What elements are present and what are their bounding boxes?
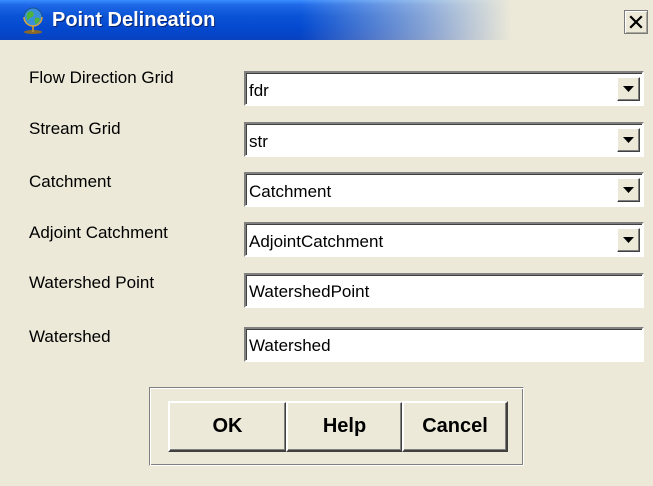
title-bar-fade xyxy=(300,0,653,40)
watershed-point-input[interactable]: WatershedPoint xyxy=(244,273,644,308)
watershed-label: Watershed xyxy=(29,327,111,346)
adjoint-catchment-label: Adjoint Catchment xyxy=(29,223,168,242)
window-title: Point Delineation xyxy=(52,9,216,31)
ok-button[interactable]: OK xyxy=(168,401,287,452)
title-bar[interactable]: Point Delineation xyxy=(0,0,653,40)
globe-icon xyxy=(23,7,43,34)
chevron-down-icon xyxy=(623,186,634,193)
stream-grid-select[interactable]: str xyxy=(244,122,644,157)
stream-grid-value: str xyxy=(249,132,268,151)
stream-grid-label: Stream Grid xyxy=(29,119,121,138)
flow-direction-grid-label: Flow Direction Grid xyxy=(29,68,174,87)
watershed-value: Watershed xyxy=(249,336,331,355)
flow-direction-grid-dropdown-button[interactable] xyxy=(617,77,640,101)
close-button[interactable] xyxy=(624,10,648,34)
flow-direction-grid-select[interactable]: fdr xyxy=(244,71,644,106)
chevron-down-icon xyxy=(623,136,634,143)
catchment-value: Catchment xyxy=(249,182,332,201)
catchment-select[interactable]: Catchment xyxy=(244,172,644,207)
flow-direction-grid-value: fdr xyxy=(249,81,269,100)
watershed-input[interactable]: Watershed xyxy=(244,327,644,362)
stream-grid-dropdown-button[interactable] xyxy=(617,128,640,152)
catchment-label: Catchment xyxy=(29,172,112,191)
catchment-dropdown-button[interactable] xyxy=(617,178,640,202)
help-button[interactable]: Help xyxy=(286,401,403,452)
adjoint-catchment-value: AdjointCatchment xyxy=(249,232,384,251)
watershed-point-value: WatershedPoint xyxy=(249,282,370,301)
point-delineation-dialog: Point Delineation Flow Direction Grid fd… xyxy=(0,0,653,486)
chevron-down-icon xyxy=(623,236,634,243)
button-panel: OK Help Cancel xyxy=(149,387,524,466)
close-icon xyxy=(629,15,643,29)
chevron-down-icon xyxy=(623,85,634,92)
adjoint-catchment-select[interactable]: AdjointCatchment xyxy=(244,222,644,257)
watershed-point-label: Watershed Point xyxy=(29,273,155,292)
cancel-button[interactable]: Cancel xyxy=(402,401,508,452)
adjoint-catchment-dropdown-button[interactable] xyxy=(617,228,640,252)
